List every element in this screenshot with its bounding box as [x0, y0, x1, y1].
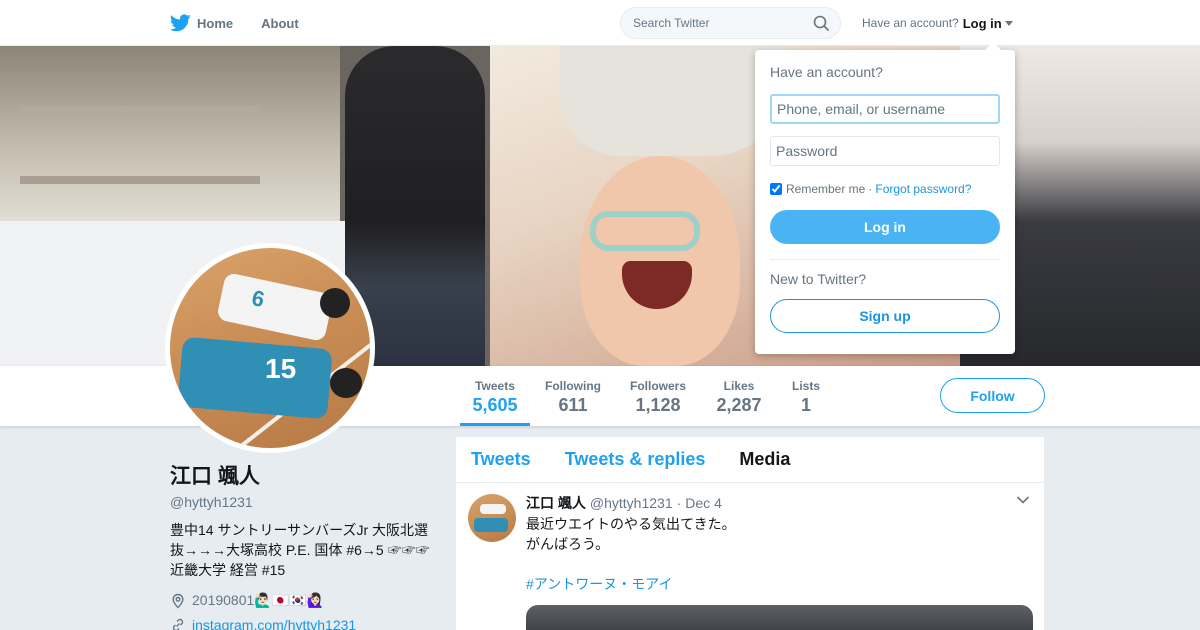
remember-row: Remember me · Forgot password?: [770, 182, 1000, 196]
login-dropdown-toggle[interactable]: Log in: [963, 16, 1013, 31]
nav-about-label: About: [261, 15, 299, 31]
twitter-bird-icon: [170, 14, 191, 32]
login-toggle-label: Log in: [962, 15, 1002, 31]
stat-label: Tweets: [475, 379, 515, 393]
account-prompt: Have an account?: [862, 16, 959, 30]
tweet-avatar-jersey: [480, 504, 506, 514]
forgot-password-link[interactable]: Forgot password?: [875, 182, 971, 196]
tweet-avatar-jersey: [474, 518, 508, 532]
avatar-head: [330, 368, 362, 398]
stat-value: 2,287: [716, 395, 762, 415]
avatar-head: [320, 288, 350, 318]
separator-dot: ·: [868, 182, 873, 196]
avatar-white-jersey: [216, 272, 334, 342]
nav-links: Home About: [170, 0, 327, 46]
stat-value: 5,605: [472, 395, 518, 415]
tweet-media-image[interactable]: [526, 605, 1033, 630]
account-area: Have an account? Log in: [862, 0, 1013, 46]
tweet-author-handle[interactable]: @hyttyh1231: [590, 495, 673, 511]
login-panel-title: Have an account?: [770, 64, 883, 80]
stat-tweets[interactable]: Tweets 5,605: [460, 366, 530, 426]
timeline-tabs: Tweets Tweets & replies Media: [456, 437, 1044, 483]
bio-line: 豊中14 サントリーサンバーズJr 大阪北選: [170, 522, 429, 538]
stat-followers[interactable]: Followers 1,128: [624, 366, 692, 426]
tab-media[interactable]: Media: [739, 449, 790, 470]
follow-button[interactable]: Follow: [940, 378, 1045, 413]
banner-shelf: [20, 176, 260, 184]
profile-avatar[interactable]: 6 15: [165, 243, 375, 453]
profile-name[interactable]: 江口 颯人: [170, 460, 440, 490]
new-to-twitter-label: New to Twitter?: [770, 271, 867, 287]
tweet-avatar[interactable]: [468, 494, 516, 542]
search-icon[interactable]: [813, 15, 830, 32]
profile-location: 20190801🙋🏻‍♂️🇯🇵🇰🇷🙋🏻‍♀️: [170, 592, 440, 609]
username-field[interactable]: [770, 94, 1000, 124]
password-field[interactable]: [770, 136, 1000, 166]
banner-glasses: [590, 211, 700, 251]
nav-home-label: Home: [197, 15, 234, 31]
bio-line: 近畿大学 経営 #15: [170, 562, 286, 578]
tab-tweets[interactable]: Tweets: [471, 449, 531, 470]
website-link[interactable]: instagram.com/hyttyh1231: [192, 617, 356, 630]
stat-following[interactable]: Following 611: [540, 366, 606, 426]
caret-down-icon: [1004, 20, 1013, 26]
tweet-date[interactable]: Dec 4: [685, 495, 722, 511]
bio-line: 抜→→→大塚高校 P.E. 国体 #6→5 ☞☞☞: [170, 542, 430, 558]
nav-about-link[interactable]: About: [261, 16, 299, 31]
top-navigation-bar: Home About Have an account? Log in: [0, 0, 1200, 46]
divider: [770, 259, 1000, 260]
tweet-text-line: がんばろう。: [526, 536, 610, 552]
stat-label: Following: [545, 379, 601, 393]
remember-me-checkbox[interactable]: [770, 183, 782, 195]
avatar-image: 6 15: [170, 248, 370, 448]
tweet-hashtag[interactable]: #アントワーヌ・モアイ: [526, 574, 1029, 594]
login-button[interactable]: Log in: [770, 210, 1000, 244]
signup-button[interactable]: Sign up: [770, 299, 1000, 333]
profile-handle[interactable]: @hyttyh1231: [170, 494, 440, 510]
avatar-blue-jersey: [177, 336, 333, 420]
stat-value: 1: [800, 395, 811, 415]
avatar-jersey-number: 15: [265, 353, 297, 384]
separator-dot: ·: [676, 495, 682, 511]
stat-lists[interactable]: Lists 1: [786, 366, 826, 426]
location-pin-icon: [172, 593, 184, 608]
stat-value: 611: [558, 395, 588, 415]
banner-shelf: [20, 106, 260, 114]
location-text: 20190801🙋🏻‍♂️🇯🇵🇰🇷🙋🏻‍♀️: [192, 592, 325, 608]
stat-label: Followers: [629, 379, 686, 393]
search-box: [620, 7, 841, 39]
chevron-down-icon[interactable]: [1016, 495, 1030, 505]
tweet-text: 最近ウエイトのやる気出てきた。 がんばろう。: [526, 514, 1029, 554]
tab-tweets-and-replies[interactable]: Tweets & replies: [565, 449, 706, 470]
stat-label: Lists: [791, 379, 820, 393]
nav-home-link[interactable]: Home: [170, 14, 233, 32]
tweet-text-line: 最近ウエイトのやる気出てきた。: [526, 516, 736, 532]
profile-info: 江口 颯人 @hyttyh1231 豊中14 サントリーサンバーズJr 大阪北選…: [170, 460, 440, 630]
remember-me-label[interactable]: Remember me: [786, 182, 865, 196]
login-dropdown-panel: Have an account? Remember me · Forgot pa…: [755, 42, 1015, 354]
profile-website: instagram.com/hyttyh1231: [170, 617, 440, 630]
tweet[interactable]: 江口 颯人 @hyttyh1231 · Dec 4 最近ウエイトのやる気出てきた…: [456, 483, 1044, 630]
tweet-author-name[interactable]: 江口 颯人: [526, 493, 586, 513]
link-icon: [172, 618, 184, 630]
stat-value: 1,128: [635, 395, 681, 415]
stat-likes[interactable]: Likes 2,287: [710, 366, 768, 426]
timeline: Tweets Tweets & replies Media 江口 颯人 @hyt…: [456, 437, 1044, 630]
profile-bio: 豊中14 サントリーサンバーズJr 大阪北選 抜→→→大塚高校 P.E. 国体 …: [170, 520, 440, 580]
stat-label: Likes: [723, 379, 755, 393]
search-input[interactable]: [633, 16, 803, 30]
tweet-header: 江口 颯人 @hyttyh1231 · Dec 4: [526, 493, 1029, 513]
